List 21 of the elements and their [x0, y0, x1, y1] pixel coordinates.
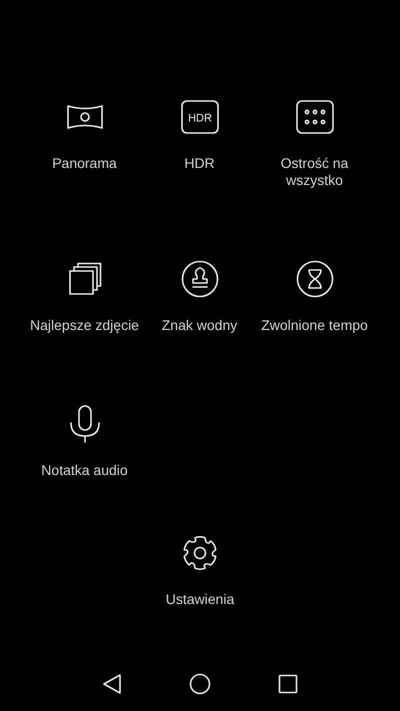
settings-icon	[181, 535, 219, 571]
home-icon	[189, 673, 211, 695]
microphone-icon	[68, 405, 102, 443]
mode-button[interactable]	[294, 259, 334, 299]
mode-label: Panorama	[51, 155, 118, 172]
settings-label: Ustawienia	[164, 591, 236, 608]
stacked-frames-icon	[68, 262, 102, 296]
mode-label: Ostrość na wszystko	[280, 155, 350, 189]
back-icon	[102, 673, 122, 695]
mode-button[interactable]	[294, 97, 334, 137]
panorama-icon	[66, 103, 104, 131]
mode-label: Najlepsze zdjęcie	[30, 317, 140, 334]
dots-grid-icon	[296, 100, 334, 134]
mode-label: Znak wodny	[160, 317, 238, 334]
mode-label: HDR	[183, 155, 216, 172]
mode-label: Notatka audio	[40, 462, 129, 479]
stamp-icon	[180, 260, 218, 298]
hourglass-icon	[296, 260, 334, 298]
recents-icon	[278, 674, 298, 694]
mode-button[interactable]	[180, 259, 220, 299]
mode-label: Zwolnione tempo	[260, 317, 369, 334]
